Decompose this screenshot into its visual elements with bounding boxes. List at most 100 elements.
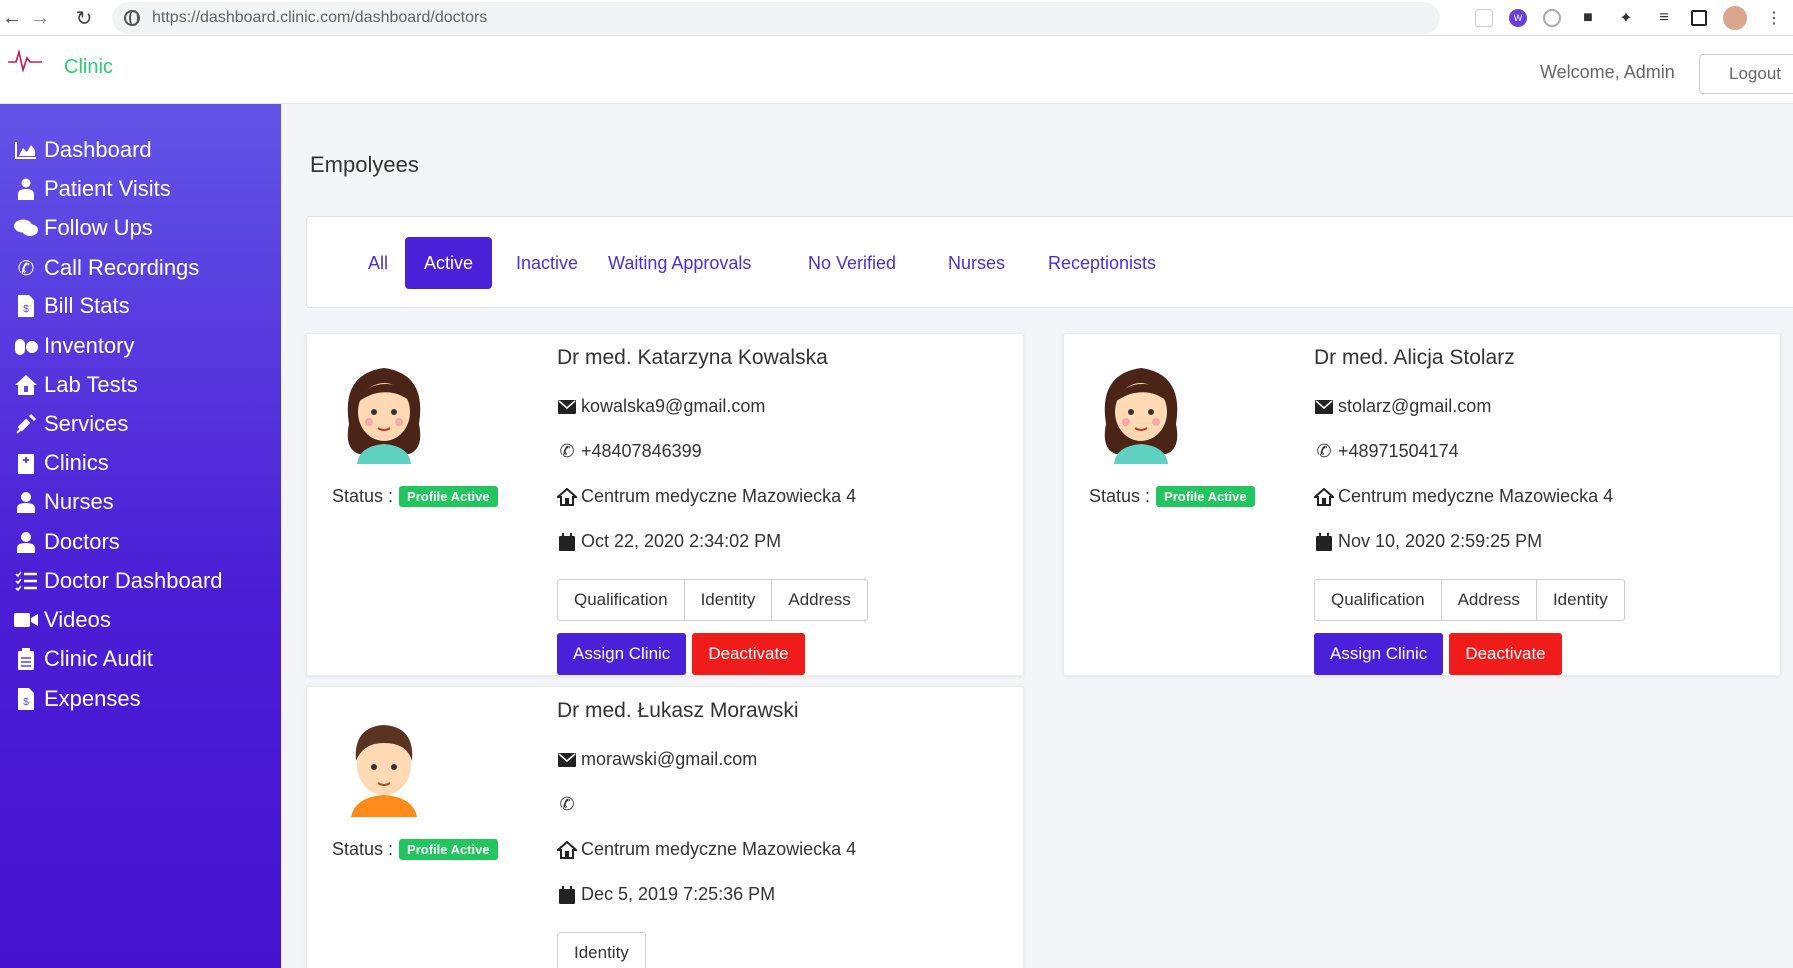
deactivate-button[interactable]: Deactivate xyxy=(1449,633,1562,675)
clinic-house-icon xyxy=(557,487,577,506)
email-row: stolarz@gmail.com xyxy=(1314,396,1491,417)
tab-nurses[interactable]: Nurses xyxy=(929,237,1024,289)
sidebar-item-dashboard[interactable]: Dashboard xyxy=(14,134,152,166)
doctor-clinic: Centrum medyczne Mazowiecka 4 xyxy=(581,839,857,859)
profile-avatar-icon[interactable] xyxy=(1723,6,1747,30)
clipboard-list-icon xyxy=(14,648,38,670)
doctor-card: Status : Profile Active Dr med. Łukasz M… xyxy=(306,686,1024,968)
status-badge: Profile Active xyxy=(1156,486,1255,507)
more-vertical-icon[interactable]: ⋮ xyxy=(1763,7,1785,29)
doctor-email: morawski@gmail.com xyxy=(581,749,758,769)
sidebar-item-label: Follow Ups xyxy=(44,215,153,240)
status-badge: Profile Active xyxy=(399,839,498,860)
extension-square-icon[interactable] xyxy=(1475,9,1493,27)
sidebar-item-inventory[interactable]: Inventory xyxy=(14,330,135,362)
sidebar-item-lab-tests[interactable]: Lab Tests xyxy=(14,369,138,401)
tab-inactive[interactable]: Inactive xyxy=(497,237,597,289)
tab-all[interactable]: All xyxy=(349,237,407,289)
filter-tabs: All Active Inactive Waiting Approvals No… xyxy=(306,216,1793,308)
clinic-house-icon xyxy=(1314,487,1334,506)
status-row: Status : Profile Active xyxy=(332,486,498,507)
sidebar-item-call-recordings[interactable]: ✆ Call Recordings xyxy=(14,252,200,284)
card-actions: Assign Clinic Deactivate xyxy=(557,633,805,675)
video-icon xyxy=(14,609,38,631)
status-row: Status : Profile Active xyxy=(1089,486,1255,507)
identity-button[interactable]: Identity xyxy=(683,579,773,621)
welcome-text: Welcome, Admin xyxy=(1540,62,1675,82)
doctor-date: Oct 22, 2020 2:34:02 PM xyxy=(581,531,782,551)
date-row: Nov 10, 2020 2:59:25 PM xyxy=(1314,531,1542,552)
playlist-icon[interactable]: ≡ xyxy=(1653,7,1675,29)
identity-button[interactable]: Identity xyxy=(557,932,646,968)
phone-icon: ✆ xyxy=(559,794,575,814)
list-check-icon xyxy=(14,570,38,592)
extension-circle-icon[interactable] xyxy=(1543,9,1561,27)
sidebar-item-expenses[interactable]: $ Expenses xyxy=(14,683,141,715)
tab-active[interactable]: Active xyxy=(405,237,493,289)
sidebar-item-videos[interactable]: Videos xyxy=(14,604,111,636)
status-label: Status : xyxy=(1089,486,1151,506)
doctor-card: Status : Profile Active Dr med. Katarzyn… xyxy=(306,333,1024,676)
email-row: morawski@gmail.com xyxy=(557,749,757,770)
email-row: kowalska9@gmail.com xyxy=(557,396,765,417)
extension-web-icon[interactable]: W xyxy=(1509,9,1527,27)
doctor-date: Nov 10, 2020 2:59:25 PM xyxy=(1338,531,1543,551)
brand[interactable]: Clinic xyxy=(6,44,113,79)
sidebar-item-doctor-dashboard[interactable]: Doctor Dashboard xyxy=(14,565,223,597)
sidebar-item-label: Doctor Dashboard xyxy=(44,568,223,593)
sidebar-item-label: Nurses xyxy=(44,489,114,514)
logout-button[interactable]: Logout xyxy=(1699,54,1793,94)
syringe-icon xyxy=(14,413,38,435)
address-bar[interactable]: https://dashboard.clinic.com/dashboard/d… xyxy=(112,2,1440,34)
qualification-button[interactable]: Qualification xyxy=(1314,579,1442,621)
address-button[interactable]: Address xyxy=(1440,579,1537,621)
sidebar-item-clinic-audit[interactable]: Clinic Audit xyxy=(14,643,153,675)
document-buttons: Qualification Identity Address xyxy=(557,579,868,621)
sidebar-item-label: Bill Stats xyxy=(44,293,130,318)
sidebar-item-clinics[interactable]: Clinics xyxy=(14,447,109,479)
puzzle-icon[interactable]: ✦ xyxy=(1615,7,1637,29)
sidebar-item-label: Patient Visits xyxy=(44,176,171,201)
heartbeat-icon xyxy=(8,48,42,72)
envelope-icon xyxy=(557,399,577,414)
qualification-button[interactable]: Qualification xyxy=(557,579,685,621)
status-label: Status : xyxy=(332,486,394,506)
sidebar-item-nurses[interactable]: Nurses xyxy=(14,486,114,518)
address-button[interactable]: Address xyxy=(771,579,868,621)
status-label: Status : xyxy=(332,839,394,859)
reload-icon[interactable]: ↻ xyxy=(66,0,102,36)
sidebar-item-services[interactable]: Services xyxy=(14,408,128,440)
sidebar-item-doctors[interactable]: Doctors xyxy=(14,526,120,558)
date-row: Oct 22, 2020 2:34:02 PM xyxy=(557,531,781,552)
app-header: Clinic Welcome, Admin Logout xyxy=(0,36,1793,104)
forward-arrow-icon[interactable]: → xyxy=(22,0,58,36)
sidebar-item-label: Clinics xyxy=(44,450,109,475)
document-buttons: Qualification Address Identity xyxy=(1314,579,1625,621)
clinic-house-icon xyxy=(14,374,38,396)
sidebar-item-patient-visits[interactable]: Patient Visits xyxy=(14,173,171,205)
sidebar-item-follow-ups[interactable]: Follow Ups xyxy=(14,212,153,244)
clinic-house-icon xyxy=(557,840,577,859)
tab-receptionists[interactable]: Receptionists xyxy=(1029,237,1175,289)
date-row: Dec 5, 2019 7:25:36 PM xyxy=(557,884,775,905)
tab-no-verified[interactable]: No Verified xyxy=(789,237,915,289)
hospital-icon xyxy=(14,452,38,474)
browser-toolbar: ← → ↻ https://dashboard.clinic.com/dashb… xyxy=(0,0,1793,36)
assign-clinic-button[interactable]: Assign Clinic xyxy=(1314,633,1444,675)
sidebar-item-label: Lab Tests xyxy=(44,372,138,397)
sidebar-item-label: Inventory xyxy=(44,333,135,358)
assign-clinic-button[interactable]: Assign Clinic xyxy=(557,633,687,675)
phone-row: ✆ +48971504174 xyxy=(1314,441,1458,462)
male-doctor-avatar-icon xyxy=(351,725,417,817)
side-panel-icon[interactable] xyxy=(1691,10,1707,26)
doctor-name: Dr med. Łukasz Morawski xyxy=(557,699,799,722)
deactivate-button[interactable]: Deactivate xyxy=(692,633,805,675)
tab-waiting-approvals[interactable]: Waiting Approvals xyxy=(589,237,770,289)
doctor-clinic: Centrum medyczne Mazowiecka 4 xyxy=(581,486,857,506)
sidebar-item-bill-stats[interactable]: $ Bill Stats xyxy=(14,290,130,322)
clinic-row: Centrum medyczne Mazowiecka 4 xyxy=(557,486,856,507)
phone-icon: ✆ xyxy=(559,441,575,461)
robot-icon[interactable]: ■ xyxy=(1577,7,1599,29)
phone-icon: ✆ xyxy=(17,257,35,280)
identity-button[interactable]: Identity xyxy=(1535,579,1625,621)
